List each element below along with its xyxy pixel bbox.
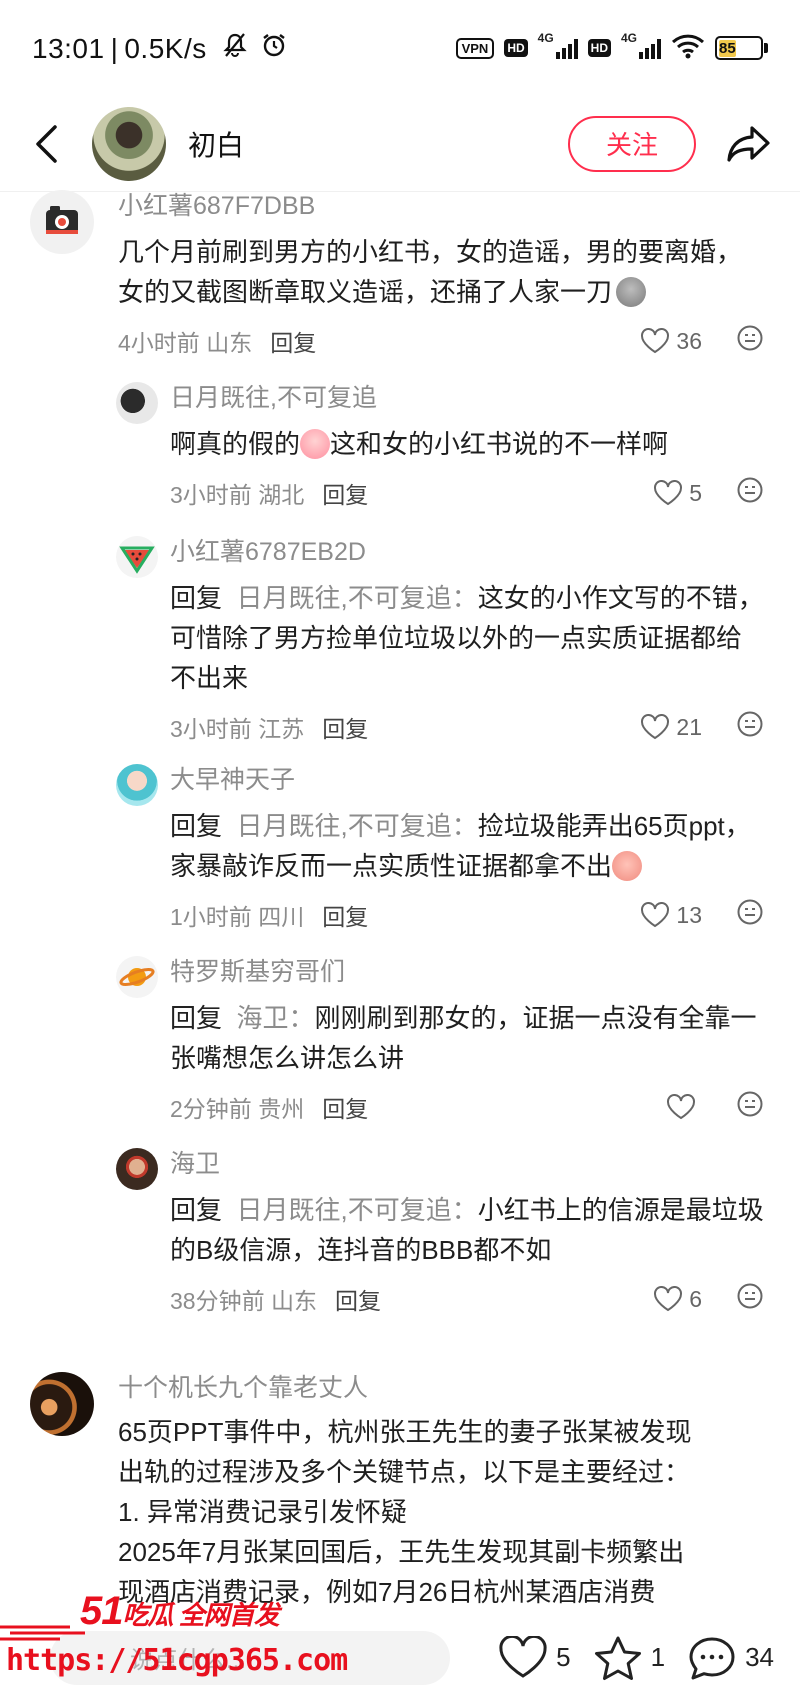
comments-button[interactable]: 34 <box>687 1635 774 1681</box>
mute-bell-icon <box>223 32 255 64</box>
smiley-icon <box>737 325 763 351</box>
user-avatar[interactable] <box>116 764 158 806</box>
reply-button[interactable]: 回复 <box>322 898 368 932</box>
network-speed: 0.5K/s <box>124 32 207 64</box>
reply-button[interactable]: 回复 <box>335 1282 381 1316</box>
smiley-icon <box>737 899 763 925</box>
emoji-react-button[interactable] <box>736 1282 764 1316</box>
comment-author[interactable]: 日月既往,不可复追 <box>170 382 764 414</box>
signal-icon: 4G <box>538 31 578 59</box>
emoji-react-button[interactable] <box>736 476 764 510</box>
comment-location: 山东 <box>206 330 253 356</box>
comment-text: 回复 日月既往,不可复追：这女的小作文写的不错，可惜除了男方捡单位垃圾以外的一点… <box>170 583 764 693</box>
back-button[interactable] <box>26 124 66 164</box>
comment-meta: 2分钟前 贵州 回复 <box>170 1090 764 1124</box>
comment-text: 回复 日月既往,不可复追：捡垃圾能弄出65页ppt，家暴敲诈反而一点实质性证据都… <box>170 811 751 881</box>
status-bar: 13:01 | 0.5K/s VPN HD 4G HD 4G 85 <box>0 0 800 96</box>
heart-icon <box>641 714 670 740</box>
battery-level: 85 <box>719 40 736 57</box>
comment-meta: 1小时前 四川 回复 13 <box>170 898 764 932</box>
comment-author[interactable]: 十个机长九个靠老丈人 <box>118 1372 764 1404</box>
like-button[interactable] <box>666 1094 702 1120</box>
like-post-button[interactable]: 5 <box>498 1635 571 1680</box>
comment-text: 啊真的假的 这和女的小红书说的不一样啊 <box>170 429 669 459</box>
smiley-icon <box>737 477 763 503</box>
comment-author[interactable]: 特罗斯基穷哥们 <box>170 956 764 988</box>
emoji-react-button[interactable] <box>736 1090 764 1124</box>
vpn-badge: VPN <box>455 37 495 59</box>
emoji-react-button[interactable] <box>736 324 764 358</box>
reply-button[interactable]: 回复 <box>270 324 316 358</box>
like-button[interactable]: 5 <box>653 480 702 507</box>
collect-button[interactable]: 1 <box>593 1635 665 1681</box>
smiley-icon <box>737 1091 763 1117</box>
planet-avatar-icon[interactable] <box>116 956 158 998</box>
follow-button[interactable]: 关注 <box>568 115 696 172</box>
hd-badge-2: HD <box>587 39 611 57</box>
comment-text: 回复 海卫：刚刚刷到那女的，证据一点没有全靠一张嘴想怎么讲怎么讲 <box>170 1003 757 1073</box>
user-avatar[interactable] <box>116 382 158 424</box>
status-time: 13:01 | 0.5K/s <box>32 32 287 65</box>
user-avatar[interactable] <box>116 1148 158 1190</box>
author-avatar[interactable] <box>92 106 166 181</box>
smiley-icon <box>737 1283 763 1309</box>
crying-emoji-icon <box>300 429 331 459</box>
comment-time: 4小时前 <box>118 330 200 356</box>
watermelon-avatar-icon[interactable] <box>116 536 158 578</box>
top-nav: 初白 关注 <box>0 96 800 192</box>
reply-button[interactable]: 回复 <box>322 1090 368 1124</box>
comment-author[interactable]: 大早神天子 <box>170 764 764 796</box>
signal-icon-2: 4G <box>621 31 661 59</box>
comment-author[interactable]: 小红薯687F7DBB <box>118 190 764 222</box>
like-button[interactable]: 13 <box>640 902 702 929</box>
heart-icon <box>499 1635 547 1678</box>
comment-author[interactable]: 海卫 <box>170 1148 764 1180</box>
comment-author[interactable]: 小红薯6787EB2D <box>170 536 764 568</box>
emoji-react-button[interactable] <box>736 898 764 932</box>
heart-icon <box>641 328 670 354</box>
emoji-react-button[interactable] <box>736 710 764 744</box>
battery-icon: 85 <box>715 36 768 60</box>
reply-button[interactable]: 回复 <box>322 476 368 510</box>
wifi-icon <box>671 33 705 64</box>
like-button[interactable]: 36 <box>640 328 702 355</box>
like-button[interactable]: 21 <box>640 714 702 741</box>
hd-badge: HD <box>504 39 528 57</box>
clock: 13:01 <box>32 32 105 64</box>
heart-icon <box>641 902 670 928</box>
like-button[interactable]: 6 <box>653 1286 702 1313</box>
alarm-icon <box>261 33 287 64</box>
comment-text: 几个月前刷到男方的小红书，女的造谣，男的要离婚，女的又截图断章取义造谣，还捅了人… <box>118 237 743 307</box>
heart-icon <box>667 1094 695 1120</box>
watermark-logo: 51吃瓜 全网首发 <box>80 1589 280 1633</box>
star-icon <box>594 1636 641 1680</box>
comment-meta: 3小时前 湖北 回复 5 <box>170 476 764 510</box>
grimace-emoji-icon <box>616 277 647 307</box>
author-name[interactable]: 初白 <box>188 124 244 164</box>
chat-bubble-icon <box>689 1637 735 1679</box>
smiley-icon <box>737 711 763 737</box>
share-button[interactable] <box>724 119 774 169</box>
comment-text: 65页PPT事件中，杭州张王先生的妻子张某被发现 出轨的过程涉及多个关键节点，以… <box>118 1417 692 1607</box>
comment-meta: 38分钟前 山东 回复 6 <box>170 1282 764 1316</box>
chevron-left-icon <box>36 124 57 163</box>
peach-emoji-icon <box>612 851 643 881</box>
camera-avatar-icon[interactable] <box>30 190 94 254</box>
site-watermark: 51吃瓜 全网首发 https://51cgp365.com <box>0 1585 348 1687</box>
user-avatar[interactable] <box>30 1372 94 1436</box>
comment-text: 回复 日月既往,不可复追：小红书上的信源是最垃圾的B级信源，连抖音的BBB都不如 <box>170 1195 764 1265</box>
heart-icon <box>654 1286 683 1312</box>
heart-icon <box>654 480 683 506</box>
share-arrow-icon <box>727 125 770 162</box>
watermark-url: https://51cgp365.com <box>6 1643 348 1678</box>
reply-button[interactable]: 回复 <box>322 710 368 744</box>
comment-meta: 3小时前 江苏 回复 21 <box>170 710 764 744</box>
comment-meta: 4小时前 山东 回复 36 <box>118 324 764 358</box>
